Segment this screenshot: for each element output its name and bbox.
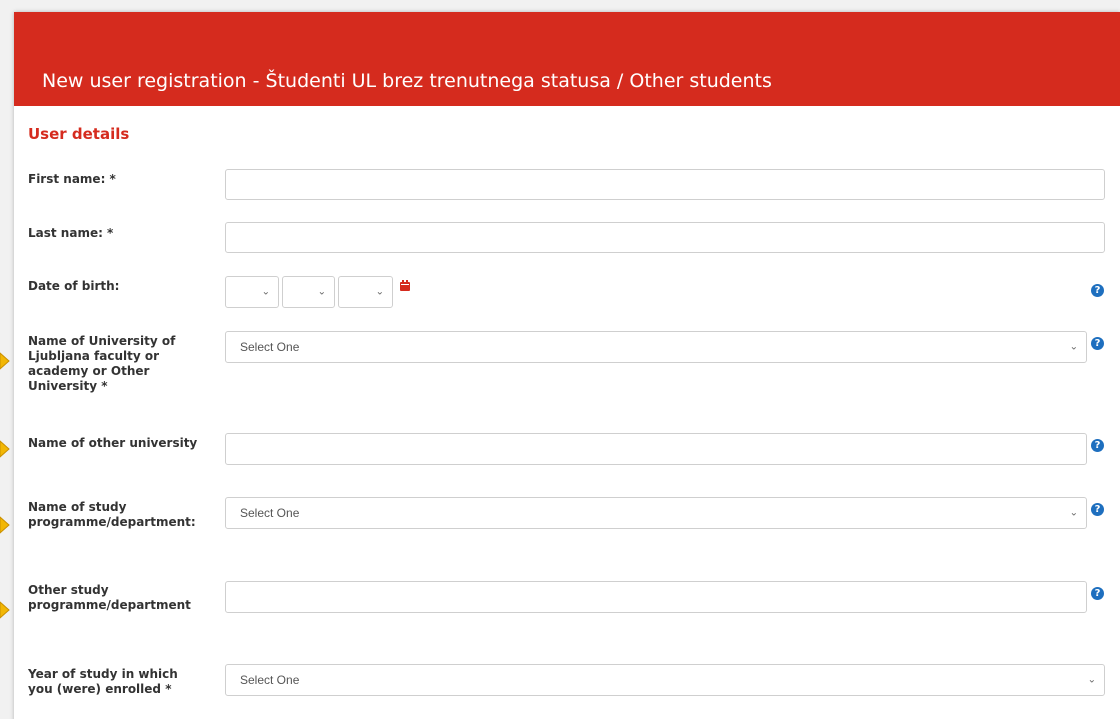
- year-of-study-label: Year of study in which you (were) enroll…: [28, 667, 178, 696]
- page-title: New user registration - Študenti UL brez…: [42, 70, 772, 92]
- help-icon-university[interactable]: ?: [1091, 337, 1104, 350]
- study-programme-label: Name of study programme/department:: [28, 500, 196, 529]
- other-university-input[interactable]: [225, 433, 1087, 465]
- first-name-input[interactable]: [225, 169, 1105, 200]
- last-name-input[interactable]: [225, 222, 1105, 253]
- study-programme-select[interactable]: Select One ⌄: [225, 497, 1087, 529]
- university-select-value: Select One: [240, 340, 300, 354]
- help-icon-study-programme[interactable]: ?: [1091, 503, 1104, 516]
- chevron-down-icon: ⌄: [1069, 341, 1078, 353]
- dob-label: Date of birth:: [28, 279, 120, 293]
- pointer-arrow-icon: [0, 440, 14, 458]
- university-label: Name of University of Ljubljana faculty …: [28, 334, 176, 393]
- chevron-down-icon: ⌄: [317, 286, 326, 298]
- other-programme-input[interactable]: [225, 581, 1087, 613]
- other-university-label: Name of other university: [28, 436, 198, 450]
- dob-year-select[interactable]: ⌄: [338, 276, 393, 308]
- section-title-user-details: User details: [28, 125, 130, 143]
- university-select[interactable]: Select One ⌄: [225, 331, 1087, 363]
- first-name-label: First name: *: [28, 172, 116, 186]
- chevron-down-icon: ⌄: [261, 286, 270, 298]
- registration-page: New user registration - Študenti UL brez…: [0, 0, 1120, 719]
- pointer-arrow-icon: [0, 516, 14, 534]
- chevron-down-icon: ⌄: [1069, 507, 1078, 519]
- pointer-arrow-icon: [0, 352, 14, 370]
- chevron-down-icon: ⌄: [375, 286, 384, 298]
- last-name-label: Last name: *: [28, 226, 114, 240]
- help-icon-other-programme[interactable]: ?: [1091, 587, 1104, 600]
- other-programme-label: Other study programme/department: [28, 583, 191, 612]
- year-of-study-select-value: Select One: [240, 673, 300, 687]
- help-icon-dob[interactable]: ?: [1091, 284, 1104, 297]
- chevron-down-icon: ⌄: [1087, 674, 1096, 686]
- pointer-arrow-icon: [0, 601, 14, 619]
- dob-month-select[interactable]: ⌄: [282, 276, 335, 308]
- card-header: New user registration - Študenti UL brez…: [14, 12, 1120, 106]
- study-programme-select-value: Select One: [240, 506, 300, 520]
- dob-day-select[interactable]: ⌄: [225, 276, 279, 308]
- year-of-study-select[interactable]: Select One ⌄: [225, 664, 1105, 696]
- help-icon-other-university[interactable]: ?: [1091, 439, 1104, 452]
- calendar-icon[interactable]: [400, 280, 410, 291]
